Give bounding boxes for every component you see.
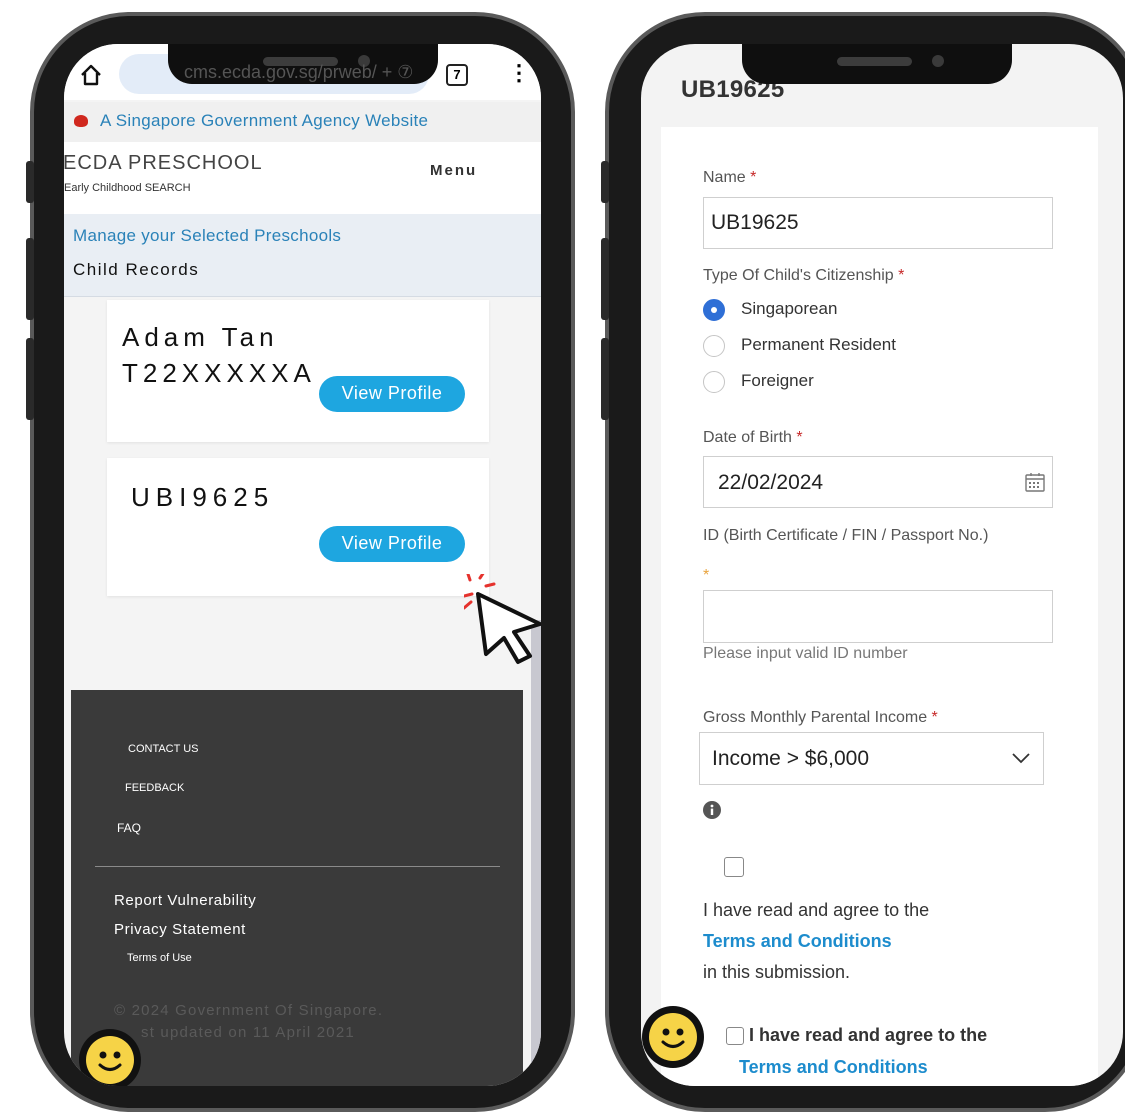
site-footer: CONTACT US FEEDBACK FAQ Report Vulnerabi…	[71, 690, 523, 1086]
feedback-smiley-icon[interactable]	[642, 1006, 704, 1068]
volume-up-button	[601, 238, 609, 320]
id-number-field[interactable]	[703, 590, 1053, 643]
gov-banner: A Singapore Government Agency Website	[64, 102, 541, 142]
citizenship-radio-singaporean[interactable]	[703, 299, 725, 321]
dob-field[interactable]: 22/02/2024	[703, 456, 1053, 508]
mute-switch	[26, 161, 34, 203]
consent-text: I have read and agree to the	[749, 1025, 988, 1045]
copyright-text: © 2024 Government Of Singapore.	[114, 1002, 384, 1019]
site-header: ECDA PRESCHOOL Early Childhood SEARCH Me…	[64, 142, 541, 214]
child-name: UBI9625	[131, 482, 275, 512]
child-profile-form: Name * UB19625 Type Of Child's Citizensh…	[661, 127, 1098, 1086]
url-text[interactable]: cms.ecda.gov.sg/prweb/ + ⑦	[184, 62, 413, 83]
consent-suffix: in this submission.	[703, 962, 851, 982]
child-records-label: Child Records	[73, 260, 200, 279]
phone-notch	[742, 44, 1012, 84]
site-brand[interactable]: ECDA PRESCHOOL	[64, 152, 263, 175]
terms-checkbox[interactable]	[726, 1027, 744, 1045]
child-name: Adam Tan	[122, 322, 279, 352]
right-phone-frame: UB19625 Name * UB19625 Type Of Child's C…	[601, 12, 1125, 1112]
volume-up-button	[26, 238, 34, 320]
home-icon[interactable]	[80, 64, 102, 86]
terms-link[interactable]: Terms and Conditions	[739, 1057, 928, 1078]
faq-link[interactable]: FAQ	[117, 821, 141, 835]
manage-preschools-link[interactable]: Manage your Selected Preschools	[73, 226, 341, 246]
terms-checkbox[interactable]	[724, 857, 744, 877]
id-label: ID (Birth Certificate / FIN / Passport N…	[703, 527, 989, 544]
name-field[interactable]: UB19625	[703, 197, 1053, 249]
pointer-cursor-icon	[464, 574, 541, 664]
feedback-link[interactable]: FEEDBACK	[125, 782, 184, 794]
scrollbar[interactable]	[531, 620, 541, 1086]
income-select[interactable]: Income > $6,000	[699, 732, 1044, 785]
income-label: Gross Monthly Parental Income *	[703, 709, 938, 726]
view-profile-button[interactable]: View Profile	[319, 376, 465, 412]
feedback-smiley-icon[interactable]	[79, 1029, 141, 1086]
speaker-grille	[837, 57, 912, 66]
dob-label: Date of Birth *	[703, 429, 803, 446]
last-updated-text: st updated on 11 April 2021	[141, 1024, 355, 1041]
citizenship-radio-permanent-resident[interactable]	[703, 335, 725, 357]
radio-label: Foreigner	[741, 371, 814, 390]
income-value: Income > $6,000	[712, 747, 870, 770]
dob-value: 22/02/2024	[718, 471, 824, 494]
privacy-statement-link[interactable]: Privacy Statement	[114, 921, 246, 938]
gov-banner-text[interactable]: A Singapore Government Agency Website	[100, 111, 428, 131]
footer-divider	[95, 866, 500, 867]
info-icon[interactable]	[703, 801, 721, 819]
child-id: T22XXXXXA	[122, 358, 316, 388]
left-screen: 7 ⋮ cms.ecda.gov.sg/prweb/ + ⑦ A Singapo…	[64, 44, 541, 1086]
terms-link[interactable]: Terms and Conditions	[703, 931, 892, 952]
view-profile-button[interactable]: View Profile	[319, 526, 465, 562]
consent-text: I have read and agree to the	[703, 900, 930, 920]
volume-down-button	[601, 338, 609, 420]
right-screen: UB19625 Name * UB19625 Type Of Child's C…	[641, 44, 1123, 1086]
site-brand-sub: Early Childhood SEARCH	[64, 182, 191, 194]
name-value: UB19625	[711, 211, 799, 234]
lion-head-icon	[74, 115, 88, 127]
child-card: Adam Tan T22XXXXXA View Profile	[107, 300, 489, 442]
tabs-count-icon[interactable]: 7	[446, 64, 468, 86]
id-required-marker: *	[703, 567, 710, 584]
id-hint: Please input valid ID number	[703, 645, 908, 662]
front-camera	[932, 55, 944, 67]
contact-us-link[interactable]: CONTACT US	[128, 743, 199, 755]
radio-label: Singaporean	[741, 299, 838, 318]
menu-button[interactable]: Menu	[430, 162, 477, 179]
citizenship-radio-foreigner[interactable]	[703, 371, 725, 393]
child-card: UBI9625 View Profile	[107, 458, 489, 596]
mute-switch	[601, 161, 609, 203]
volume-down-button	[26, 338, 34, 420]
sub-navigation: Manage your Selected Preschools Child Re…	[64, 214, 541, 297]
report-vulnerability-link[interactable]: Report Vulnerability	[114, 892, 256, 909]
more-menu-icon[interactable]: ⋮	[508, 62, 530, 84]
name-label: Name *	[703, 169, 757, 186]
radio-label: Permanent Resident	[741, 335, 896, 354]
citizenship-label: Type Of Child's Citizenship *	[703, 267, 905, 284]
terms-of-use-link[interactable]: Terms of Use	[127, 952, 192, 964]
calendar-icon[interactable]	[1024, 471, 1046, 493]
left-phone-frame: 7 ⋮ cms.ecda.gov.sg/prweb/ + ⑦ A Singapo…	[26, 12, 575, 1112]
chevron-down-icon	[1012, 753, 1030, 764]
